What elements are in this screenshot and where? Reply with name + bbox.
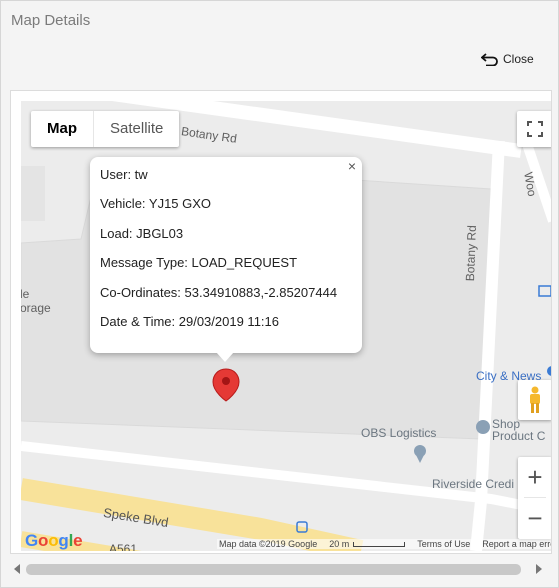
scrollbar-thumb[interactable] — [26, 564, 521, 575]
map-data-credit: Map data ©2019 Google — [219, 539, 318, 549]
poi-obs-logistics[interactable]: OBS Logistics — [361, 426, 436, 440]
map-scale-label: 20 m — [329, 539, 350, 549]
info-window-tail — [216, 352, 234, 362]
map-attribution: Map data ©2019 Google 20 m Terms of Use … — [217, 539, 551, 549]
map-label-storage: orage — [21, 301, 51, 315]
map-canvas[interactable]: Botany Rd Botany Rd le orage City & News… — [21, 101, 551, 551]
info-coordinates: Co-Ordinates: 53.34910883,-2.85207444 — [100, 284, 338, 300]
street-view-pegman[interactable] — [518, 380, 551, 420]
map-frame: Botany Rd Botany Rd le orage City & News… — [10, 90, 552, 554]
road-label-a561: A561 — [109, 542, 138, 551]
info-vehicle: Vehicle: YJ15 GXO — [100, 196, 212, 212]
scroll-right-arrow-icon[interactable] — [536, 564, 542, 574]
zoom-in-button[interactable]: + — [518, 457, 551, 497]
google-logo-g: G — [25, 531, 39, 550]
road-label-botany-rd-side: Botany Rd — [463, 224, 479, 282]
undo-arrow-icon — [481, 53, 498, 66]
scroll-left-arrow-icon[interactable] — [14, 564, 20, 574]
close-button-label: Close — [503, 52, 534, 66]
terms-of-use-link[interactable]: Terms of Use — [417, 539, 470, 549]
map-scale-bar — [353, 542, 406, 548]
google-logo-g2: g — [58, 531, 69, 550]
fullscreen-button[interactable] — [517, 111, 551, 147]
pegman-icon — [530, 386, 540, 413]
zoom-out-button[interactable]: − — [518, 498, 551, 538]
info-user: User: tw — [100, 167, 148, 182]
map-type-control: Map Satellite — [31, 111, 180, 147]
google-logo[interactable]: Google — [25, 531, 83, 551]
map-scale[interactable]: 20 m — [329, 539, 406, 549]
poi-riverside[interactable]: Riverside Credi — [432, 477, 514, 491]
google-logo-o2: o — [48, 531, 59, 550]
map-label-storage-prefix: le — [21, 287, 30, 301]
map-details-window: Map Details Close Botany Rd Botany Rd e … — [0, 0, 559, 588]
window-title: Map Details — [11, 12, 91, 29]
info-window-close-icon[interactable]: × — [348, 158, 356, 174]
zoom-control: + − — [518, 457, 551, 539]
google-logo-e: e — [73, 531, 83, 550]
map-type-map-button[interactable]: Map — [31, 111, 94, 147]
info-window: × User: tw Vehicle: YJ15 GXO Load: JBGL0… — [90, 157, 362, 353]
report-map-error-link[interactable]: Report a map erro — [482, 539, 551, 549]
map-type-satellite-button[interactable]: Satellite — [94, 111, 179, 147]
fullscreen-icon — [527, 121, 543, 137]
horizontal-scrollbar[interactable] — [11, 562, 549, 576]
close-button[interactable]: Close — [481, 52, 534, 66]
google-logo-o1: o — [38, 531, 49, 550]
poi-product[interactable]: Product C — [492, 429, 545, 443]
info-load: Load: JBGL03 — [100, 225, 184, 241]
info-date-time: Date & Time: 29/03/2019 11:16 — [100, 313, 279, 329]
info-message-type: Message Type: LOAD_REQUEST — [100, 255, 298, 271]
